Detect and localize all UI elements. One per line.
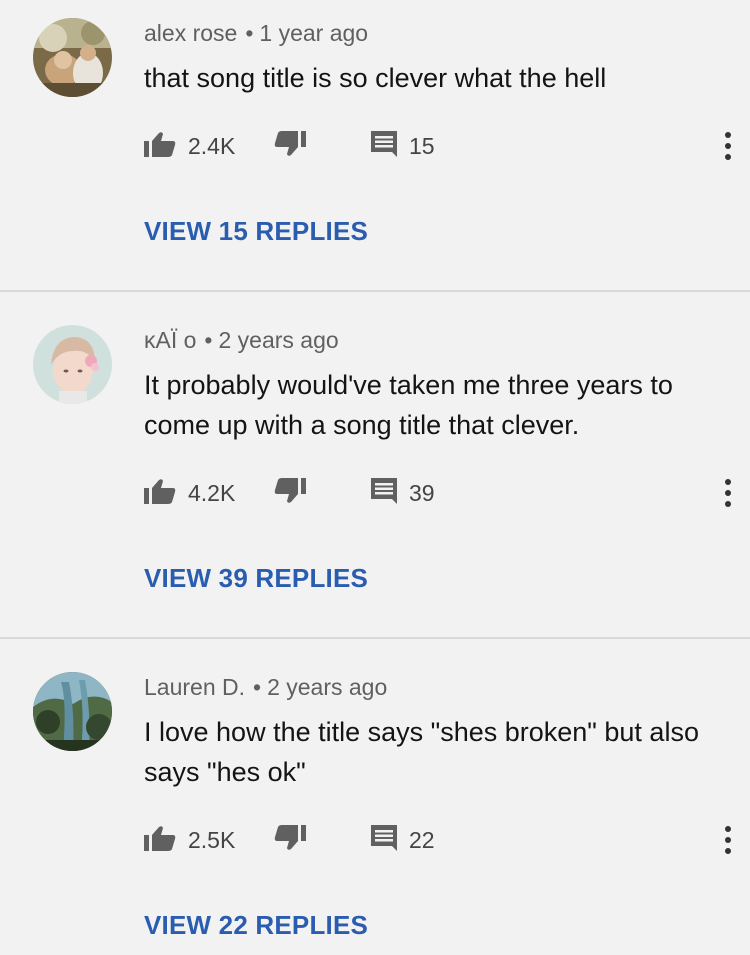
comment-thread: κAÏ o • 2 years ago It probably would've t…: [0, 292, 750, 637]
like-button[interactable]: 4.2K: [144, 478, 235, 508]
comment-icon: [371, 477, 397, 509]
separator-dot: •: [245, 20, 254, 46]
comment-timestamp: 2 years ago: [218, 327, 339, 353]
comment-actions: 4.2K 39: [144, 477, 734, 509]
view-replies-link[interactable]: VIEW 39 REPLIES: [144, 563, 368, 594]
more-vert-icon: [725, 826, 731, 854]
more-options-button[interactable]: [722, 131, 734, 161]
avatar[interactable]: [33, 325, 112, 404]
like-button[interactable]: 2.5K: [144, 825, 235, 855]
comment-text: It probably would've taken me three year…: [144, 370, 673, 440]
comment-thread: Lauren D. • 2 years ago I love how the tit…: [0, 639, 750, 955]
author-name[interactable]: alex rose: [144, 20, 237, 46]
reply-button[interactable]: 22: [371, 824, 435, 856]
view-replies-link[interactable]: VIEW 15 REPLIES: [144, 216, 368, 247]
comment-text: I love how the title says "shes broken" …: [144, 717, 699, 787]
comment-meta: alex rose • 1 year ago: [144, 20, 368, 47]
thumbs-down-icon: [274, 130, 306, 162]
like-count: 2.5K: [188, 826, 236, 853]
comment-timestamp: 2 years ago: [267, 674, 388, 700]
more-vert-icon: [725, 479, 731, 507]
separator-dot: •: [253, 674, 262, 700]
avatar[interactable]: [33, 672, 112, 751]
more-options-button[interactable]: [722, 478, 734, 508]
comment-timestamp: 1 year ago: [259, 20, 369, 46]
comment-thread: alex rose • 1 year ago that song title is …: [0, 0, 750, 290]
reply-count: 22: [409, 826, 435, 853]
dislike-button[interactable]: [274, 477, 306, 509]
more-options-button[interactable]: [722, 825, 734, 855]
like-count: 2.4K: [188, 132, 236, 159]
comment-icon: [371, 130, 397, 162]
reply-count: 15: [409, 132, 435, 159]
comment-actions: 2.4K 15: [144, 130, 734, 162]
comment-actions: 2.5K 22: [144, 824, 734, 856]
thumbs-up-icon: [144, 131, 176, 162]
more-vert-icon: [725, 132, 731, 160]
dislike-button[interactable]: [274, 824, 306, 856]
author-name[interactable]: Lauren D.: [144, 674, 245, 700]
comment-meta: Lauren D. • 2 years ago: [144, 674, 387, 701]
like-button[interactable]: 2.4K: [144, 131, 235, 161]
reply-button[interactable]: 39: [371, 477, 435, 509]
reply-count: 39: [409, 479, 435, 506]
thumbs-down-icon: [274, 477, 306, 509]
thumbs-down-icon: [274, 824, 306, 856]
dislike-button[interactable]: [274, 130, 306, 162]
author-name[interactable]: κAÏ o: [144, 327, 196, 353]
comment-meta: κAÏ o • 2 years ago: [144, 327, 339, 354]
avatar[interactable]: [33, 18, 112, 97]
like-count: 4.2K: [188, 479, 236, 506]
thumbs-up-icon: [144, 825, 176, 856]
reply-button[interactable]: 15: [371, 130, 435, 162]
separator-dot: •: [204, 327, 213, 353]
thumbs-up-icon: [144, 478, 176, 509]
comment-icon: [371, 824, 397, 856]
comment-text: that song title is so clever what the he…: [144, 63, 607, 93]
view-replies-link[interactable]: VIEW 22 REPLIES: [144, 910, 368, 941]
